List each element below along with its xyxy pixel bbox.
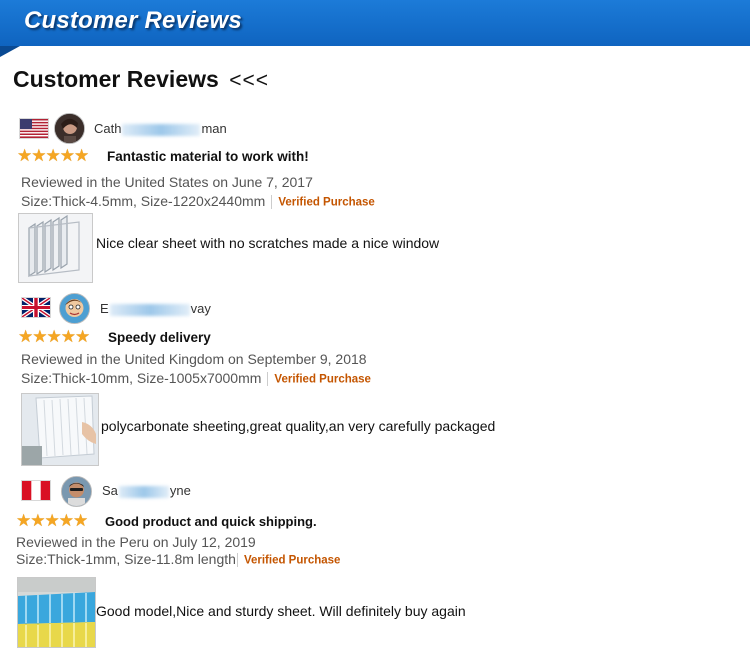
review-variant: Size:Thick-4.5mm, Size-1220x2440mm Verifi…	[21, 193, 375, 210]
heading-arrows: <<<	[229, 69, 269, 92]
reviewer-name: Cath man	[94, 121, 227, 136]
us-flag-icon	[19, 118, 49, 139]
star-rating: ★★★★★	[17, 146, 89, 165]
size-info: Size:Thick-10mm, Size-1005x7000mm	[21, 370, 262, 386]
star-rating: ★★★★★	[16, 511, 88, 530]
reviewer-name-start: Sa	[102, 483, 118, 498]
reviewer-name-end: vay	[190, 301, 211, 316]
reviewer-name: Evay	[100, 301, 211, 316]
verified-purchase-badge: Verified Purchase	[274, 373, 371, 386]
review-date: Reviewed in the United States on June 7,…	[21, 174, 313, 190]
review-title[interactable]: Fantastic material to work with!	[107, 149, 309, 164]
size-info: Size:Thick-1mm, Size-11.8m length	[16, 551, 236, 567]
review-text: polycarbonate sheeting,great quality,an …	[101, 418, 496, 434]
peru-flag-icon	[21, 480, 51, 501]
review-date: Reviewed in the United Kingdom on Septem…	[21, 351, 367, 367]
section-heading-text: Customer Reviews	[13, 66, 219, 92]
review-image[interactable]	[18, 213, 93, 283]
review-text: Nice clear sheet with no scratches made …	[96, 235, 440, 251]
review-date: Reviewed in the Peru on July 12, 2019	[16, 534, 256, 550]
review-variant: Size:Thick-1mm, Size-11.8m length Verifie…	[16, 551, 341, 568]
review-title[interactable]: Speedy delivery	[108, 330, 211, 345]
name-redaction	[109, 303, 190, 316]
reviewer-name-end: yne	[169, 483, 191, 498]
review-image[interactable]	[21, 393, 99, 466]
banner-title: Customer Reviews	[24, 7, 242, 34]
review-variant: Size:Thick-10mm, Size-1005x7000mm Verifie…	[21, 370, 371, 387]
review-image[interactable]	[17, 577, 96, 648]
verified-purchase-badge: Verified Purchase	[243, 554, 341, 567]
star-rating: ★★★★★	[18, 327, 90, 346]
review-title[interactable]: Good product and quick shipping.	[105, 514, 317, 529]
reviewer-name-start: Cath	[94, 121, 122, 136]
avatar	[61, 476, 92, 507]
avatar	[59, 293, 90, 324]
separator	[236, 553, 238, 568]
avatar	[54, 113, 85, 144]
separator	[267, 372, 269, 387]
size-info: Size:Thick-4.5mm, Size-1220x2440mm	[21, 193, 266, 209]
uk-flag-icon	[21, 297, 51, 318]
name-redaction	[122, 123, 201, 136]
verified-purchase-badge: Verified Purchase	[278, 196, 375, 209]
reviewer-name: Sa yne	[102, 483, 191, 498]
page-banner: Customer Reviews	[0, 0, 750, 58]
separator	[271, 195, 273, 210]
reviewer-name-start: E	[100, 301, 109, 316]
reviewer-name-end: man	[201, 121, 227, 136]
banner-fold	[0, 46, 20, 57]
review-text: Good model,Nice and sturdy sheet. Will d…	[96, 603, 466, 619]
section-heading: Customer Reviews <<<	[13, 66, 269, 93]
name-redaction	[118, 485, 169, 498]
